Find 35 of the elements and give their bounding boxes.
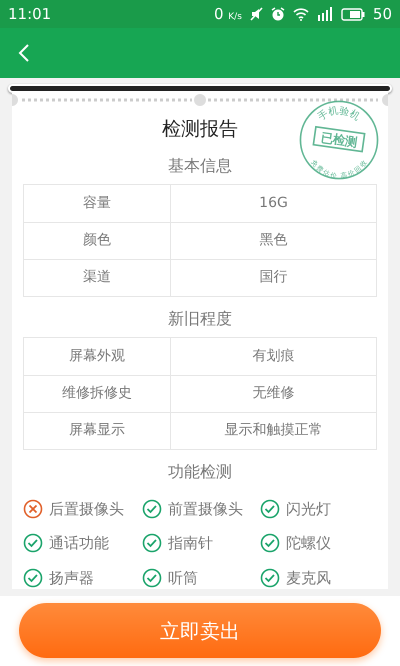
table-cell-text: 黑色 <box>258 231 288 250</box>
table-cell: 容量 <box>24 184 171 222</box>
mute-icon <box>250 7 263 21</box>
report-title: 检测报告 <box>162 117 238 142</box>
table-cell-text: 有划痕 <box>252 346 296 366</box>
battery-percent: 50 <box>372 4 392 25</box>
table-cell: 渠道 <box>24 260 171 296</box>
wifi-icon <box>292 8 309 20</box>
table-cell: 屏幕显示 <box>24 412 171 448</box>
check-label: 指南针 <box>168 533 213 554</box>
check-label: 扬声器 <box>49 568 94 588</box>
check-label: 听筒 <box>168 568 198 588</box>
table-cell-text: 无维修 <box>252 384 296 403</box>
back-icon[interactable] <box>18 44 30 62</box>
check-label: 闪光灯 <box>286 498 331 520</box>
check-label: 通话功能 <box>49 533 109 554</box>
table-cell: 维修拆修史 <box>24 376 171 412</box>
signal-icon <box>316 7 333 21</box>
table-cell: 屏幕外观 <box>24 338 171 374</box>
check-label: 麦克风 <box>286 568 331 588</box>
section-heading: 基本信息 <box>168 154 232 176</box>
check-label: 后置摄像头 <box>49 498 124 520</box>
alarm-icon <box>270 7 285 21</box>
section-heading: 功能检测 <box>168 460 232 482</box>
table-cell-text: 显示和触摸正常 <box>224 421 324 440</box>
table-cell-text: 16G <box>258 194 289 212</box>
section-heading: 新旧程度 <box>168 308 232 330</box>
table-cell-text: 国行 <box>258 268 288 287</box>
battery-icon <box>340 8 365 20</box>
check-label: 前置摄像头 <box>168 498 243 520</box>
clock-time: 11:01 <box>8 4 52 25</box>
sell-now-button[interactable]: 立即卖出 <box>19 603 381 658</box>
network-speed: 0 K/s <box>214 4 242 25</box>
check-label: 陀螺仪 <box>286 533 331 554</box>
table-cell: 颜色 <box>24 222 171 258</box>
